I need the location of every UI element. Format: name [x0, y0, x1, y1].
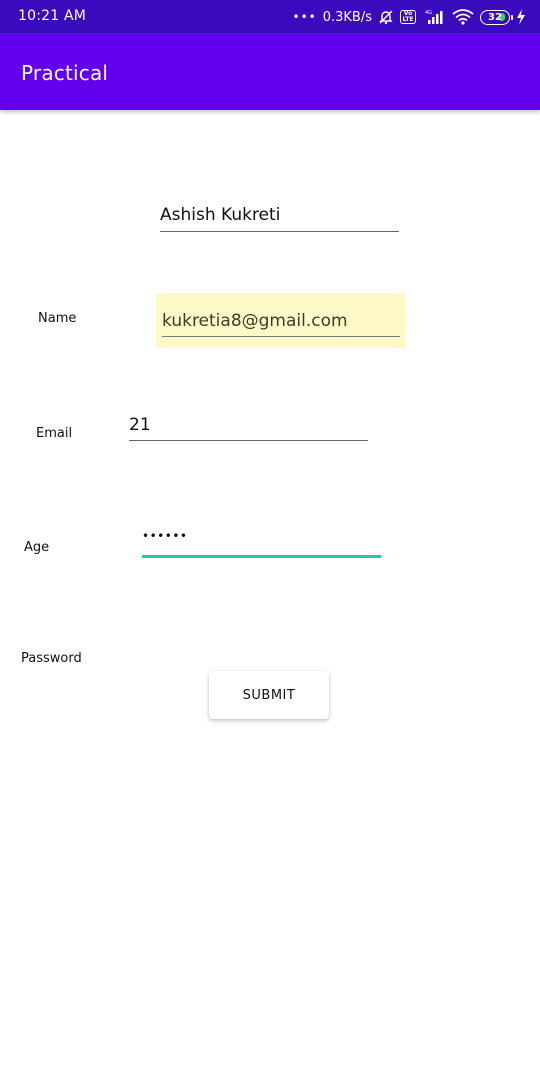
password-label: Password	[21, 651, 82, 666]
submit-button[interactable]: SUBMIT	[209, 671, 329, 719]
status-time: 10:21 AM	[18, 8, 87, 24]
password-input-underline	[142, 555, 381, 558]
status-icons: ••• 0.3KB/s Vo LTE 4G 32	[292, 6, 526, 28]
password-input[interactable]: ••••••	[142, 527, 381, 561]
battery-level: 32	[488, 11, 502, 23]
email-input-value: kukretia8@gmail.com	[162, 311, 348, 331]
more-dots-icon: •••	[292, 10, 317, 24]
age-input-underline	[129, 440, 368, 441]
password-input-value: ••••••	[142, 529, 188, 543]
name-label: Name	[38, 311, 77, 326]
signal-4g-icon: 4G	[422, 8, 446, 26]
alarm-off-icon	[378, 9, 394, 25]
email-input-underline	[162, 336, 400, 337]
svg-text:4G: 4G	[425, 10, 432, 16]
app-title: Practical	[21, 61, 109, 85]
app-bar: Practical	[0, 33, 540, 110]
status-bar: 10:21 AM ••• 0.3KB/s Vo LTE 4G 32	[0, 0, 540, 33]
battery-icon: 32	[480, 9, 513, 25]
email-input[interactable]: kukretia8@gmail.com	[162, 306, 400, 340]
charging-bolt-icon	[516, 9, 526, 25]
wifi-icon	[452, 9, 474, 25]
name-input-value: Ashish Kukreti	[160, 205, 281, 225]
name-input[interactable]: Ashish Kukreti	[160, 200, 399, 234]
volte-icon: Vo LTE	[400, 10, 416, 24]
network-speed: 0.3KB/s	[322, 9, 372, 25]
age-input[interactable]: 21	[129, 410, 368, 444]
name-input-underline	[160, 231, 399, 232]
email-label: Email	[36, 426, 73, 441]
age-label: Age	[24, 540, 50, 555]
age-input-value: 21	[129, 415, 151, 435]
